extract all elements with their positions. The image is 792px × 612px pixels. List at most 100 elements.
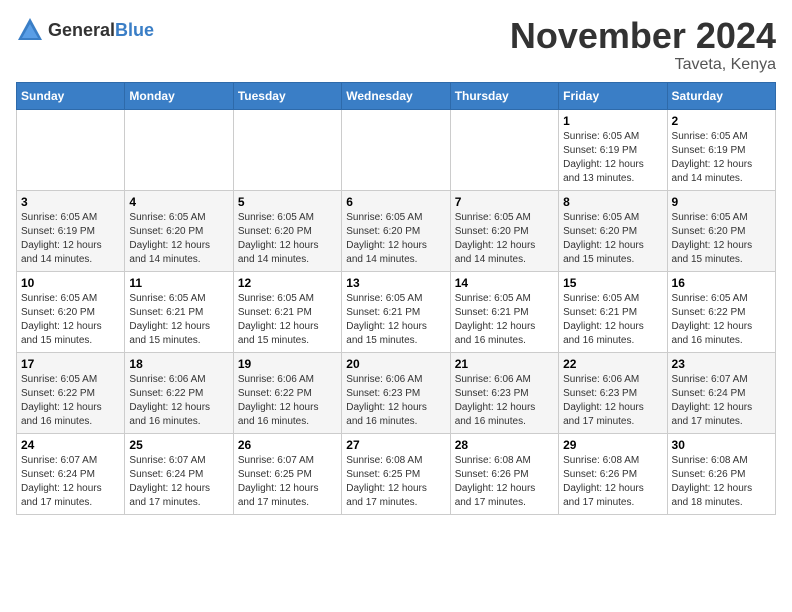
day-info: Sunrise: 6:08 AM Sunset: 6:26 PM Dayligh…	[672, 454, 771, 510]
day-number: 13	[346, 276, 445, 290]
week-row-1: 3Sunrise: 6:05 AM Sunset: 6:19 PM Daylig…	[17, 190, 776, 271]
day-info: Sunrise: 6:07 AM Sunset: 6:25 PM Dayligh…	[238, 454, 337, 510]
day-info: Sunrise: 6:05 AM Sunset: 6:20 PM Dayligh…	[21, 292, 120, 348]
day-cell: 13 Sunrise: 6:05 AM Sunset: 6:21 PM Dayli…	[342, 271, 450, 352]
day-info: Sunrise: 6:08 AM Sunset: 6:26 PM Dayligh…	[563, 454, 662, 510]
day-number: 8	[563, 195, 662, 209]
day-info: Sunrise: 6:06 AM Sunset: 6:23 PM Dayligh…	[346, 373, 445, 429]
day-info: Sunrise: 6:05 AM Sunset: 6:22 PM Dayligh…	[21, 373, 120, 429]
day-number: 16	[672, 276, 771, 290]
day-number: 19	[238, 357, 337, 371]
month-title: November 2024	[510, 16, 776, 56]
day-info: Sunrise: 6:05 AM Sunset: 6:21 PM Dayligh…	[346, 292, 445, 348]
logo-text: GeneralBlue	[48, 20, 154, 41]
day-cell: 9 Sunrise: 6:05 AM Sunset: 6:20 PM Daylig…	[667, 190, 775, 271]
day-cell	[450, 109, 558, 190]
day-number: 22	[563, 357, 662, 371]
day-number: 26	[238, 438, 337, 452]
day-number: 3	[21, 195, 120, 209]
weekday-header-wednesday: Wednesday	[342, 82, 450, 109]
day-number: 29	[563, 438, 662, 452]
day-cell: 5 Sunrise: 6:05 AM Sunset: 6:20 PM Daylig…	[233, 190, 341, 271]
day-cell: 14Sunrise: 6:05 AM Sunset: 6:21 PM Dayli…	[450, 271, 558, 352]
week-row-2: 10 Sunrise: 6:05 AM Sunset: 6:20 PM Dayli…	[17, 271, 776, 352]
day-number: 28	[455, 438, 554, 452]
day-cell: 25 Sunrise: 6:07 AM Sunset: 6:24 PM Dayli…	[125, 433, 233, 514]
location-title: Taveta, Kenya	[510, 56, 776, 74]
day-number: 5	[238, 195, 337, 209]
header: GeneralBlue November 2024 Taveta, Kenya	[16, 16, 776, 74]
day-number: 6	[346, 195, 445, 209]
day-number: 2	[672, 114, 771, 128]
day-cell: 3Sunrise: 6:05 AM Sunset: 6:19 PM Daylig…	[17, 190, 125, 271]
day-cell: 21 Sunrise: 6:06 AM Sunset: 6:23 PM Dayli…	[450, 352, 558, 433]
calendar-table: SundayMondayTuesdayWednesdayThursdayFrid…	[16, 82, 776, 515]
day-number: 23	[672, 357, 771, 371]
weekday-header-saturday: Saturday	[667, 82, 775, 109]
day-info: Sunrise: 6:07 AM Sunset: 6:24 PM Dayligh…	[129, 454, 228, 510]
day-info: Sunrise: 6:05 AM Sunset: 6:20 PM Dayligh…	[672, 211, 771, 267]
day-number: 14	[455, 276, 554, 290]
day-cell: 24Sunrise: 6:07 AM Sunset: 6:24 PM Dayli…	[17, 433, 125, 514]
day-cell: 6 Sunrise: 6:05 AM Sunset: 6:20 PM Daylig…	[342, 190, 450, 271]
day-cell: 28Sunrise: 6:08 AM Sunset: 6:26 PM Dayli…	[450, 433, 558, 514]
logo-general: General	[48, 20, 115, 40]
day-cell: 15 Sunrise: 6:05 AM Sunset: 6:21 PM Dayli…	[559, 271, 667, 352]
day-info: Sunrise: 6:06 AM Sunset: 6:22 PM Dayligh…	[238, 373, 337, 429]
day-cell: 12 Sunrise: 6:05 AM Sunset: 6:21 PM Dayli…	[233, 271, 341, 352]
week-row-4: 24Sunrise: 6:07 AM Sunset: 6:24 PM Dayli…	[17, 433, 776, 514]
day-number: 7	[455, 195, 554, 209]
logo: GeneralBlue	[16, 16, 154, 44]
day-cell: 7Sunrise: 6:05 AM Sunset: 6:20 PM Daylig…	[450, 190, 558, 271]
day-cell: 18 Sunrise: 6:06 AM Sunset: 6:22 PM Dayli…	[125, 352, 233, 433]
day-number: 12	[238, 276, 337, 290]
day-cell	[342, 109, 450, 190]
day-cell: 11Sunrise: 6:05 AM Sunset: 6:21 PM Dayli…	[125, 271, 233, 352]
logo-blue: Blue	[115, 20, 154, 40]
day-info: Sunrise: 6:05 AM Sunset: 6:20 PM Dayligh…	[129, 211, 228, 267]
day-info: Sunrise: 6:05 AM Sunset: 6:19 PM Dayligh…	[672, 130, 771, 186]
weekday-header-monday: Monday	[125, 82, 233, 109]
day-number: 15	[563, 276, 662, 290]
day-info: Sunrise: 6:05 AM Sunset: 6:22 PM Dayligh…	[672, 292, 771, 348]
day-cell: 30Sunrise: 6:08 AM Sunset: 6:26 PM Dayli…	[667, 433, 775, 514]
day-cell: 29 Sunrise: 6:08 AM Sunset: 6:26 PM Dayli…	[559, 433, 667, 514]
day-info: Sunrise: 6:05 AM Sunset: 6:20 PM Dayligh…	[346, 211, 445, 267]
day-info: Sunrise: 6:05 AM Sunset: 6:21 PM Dayligh…	[563, 292, 662, 348]
day-info: Sunrise: 6:08 AM Sunset: 6:25 PM Dayligh…	[346, 454, 445, 510]
week-row-3: 17 Sunrise: 6:05 AM Sunset: 6:22 PM Dayli…	[17, 352, 776, 433]
day-number: 25	[129, 438, 228, 452]
day-info: Sunrise: 6:05 AM Sunset: 6:20 PM Dayligh…	[238, 211, 337, 267]
day-cell: 17 Sunrise: 6:05 AM Sunset: 6:22 PM Dayli…	[17, 352, 125, 433]
day-cell: 1Sunrise: 6:05 AM Sunset: 6:19 PM Daylig…	[559, 109, 667, 190]
day-number: 4	[129, 195, 228, 209]
day-cell: 27 Sunrise: 6:08 AM Sunset: 6:25 PM Dayli…	[342, 433, 450, 514]
weekday-header-thursday: Thursday	[450, 82, 558, 109]
day-number: 18	[129, 357, 228, 371]
day-cell: 2 Sunrise: 6:05 AM Sunset: 6:19 PM Daylig…	[667, 109, 775, 190]
day-cell	[17, 109, 125, 190]
day-number: 10	[21, 276, 120, 290]
day-number: 11	[129, 276, 228, 290]
day-info: Sunrise: 6:07 AM Sunset: 6:24 PM Dayligh…	[21, 454, 120, 510]
day-cell	[125, 109, 233, 190]
day-cell: 22 Sunrise: 6:06 AM Sunset: 6:23 PM Dayli…	[559, 352, 667, 433]
day-info: Sunrise: 6:06 AM Sunset: 6:23 PM Dayligh…	[563, 373, 662, 429]
title-area: November 2024 Taveta, Kenya	[510, 16, 776, 74]
weekday-header-sunday: Sunday	[17, 82, 125, 109]
day-number: 21	[455, 357, 554, 371]
day-info: Sunrise: 6:06 AM Sunset: 6:22 PM Dayligh…	[129, 373, 228, 429]
day-cell: 26 Sunrise: 6:07 AM Sunset: 6:25 PM Dayli…	[233, 433, 341, 514]
day-info: Sunrise: 6:07 AM Sunset: 6:24 PM Dayligh…	[672, 373, 771, 429]
day-info: Sunrise: 6:05 AM Sunset: 6:19 PM Dayligh…	[563, 130, 662, 186]
day-info: Sunrise: 6:06 AM Sunset: 6:23 PM Dayligh…	[455, 373, 554, 429]
day-number: 9	[672, 195, 771, 209]
weekday-header-friday: Friday	[559, 82, 667, 109]
day-cell: 20Sunrise: 6:06 AM Sunset: 6:23 PM Dayli…	[342, 352, 450, 433]
day-cell: 8Sunrise: 6:05 AM Sunset: 6:20 PM Daylig…	[559, 190, 667, 271]
day-info: Sunrise: 6:05 AM Sunset: 6:21 PM Dayligh…	[238, 292, 337, 348]
day-number: 27	[346, 438, 445, 452]
day-number: 17	[21, 357, 120, 371]
day-cell	[233, 109, 341, 190]
weekday-header-row: SundayMondayTuesdayWednesdayThursdayFrid…	[17, 82, 776, 109]
